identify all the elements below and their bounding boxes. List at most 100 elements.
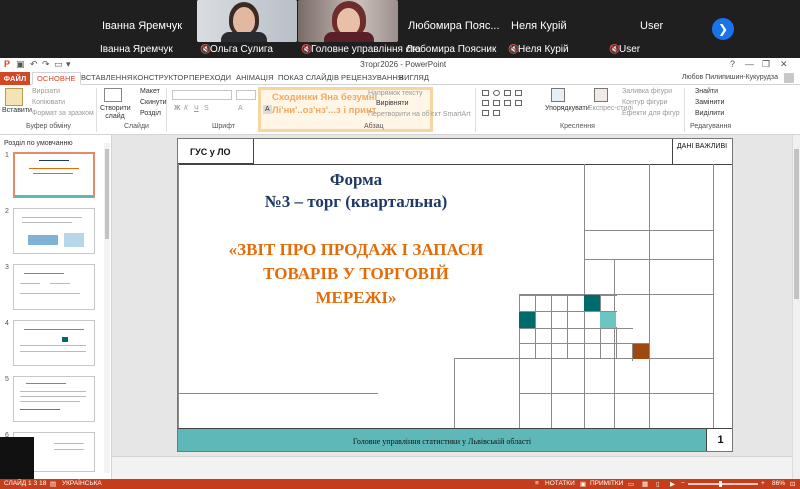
scrollbar-thumb[interactable] <box>105 149 109 239</box>
participant-tile-5[interactable]: Неля Курій Неля Курій <box>505 0 605 58</box>
slide-sorter-icon[interactable]: ▦ <box>642 480 648 488</box>
rectangle-shape-icon[interactable] <box>482 90 489 96</box>
font-size-combo[interactable] <box>236 90 256 100</box>
line-shape-icon[interactable] <box>515 90 522 96</box>
fit-slide-icon[interactable]: ⊡ <box>790 480 795 488</box>
section-label[interactable]: Розділ по умовчанню <box>4 140 73 147</box>
callout-shape-icon[interactable] <box>482 110 489 116</box>
shape-effects-button[interactable]: Ефекти для фігур <box>622 110 680 117</box>
tab-transitions[interactable]: ПЕРЕХОДИ <box>189 73 231 82</box>
participant-tile-3[interactable]: Головне управління ста <box>298 0 421 58</box>
tab-insert[interactable]: ВСТАВЛЕННЯ <box>81 73 132 82</box>
participant-tile-4[interactable]: Любомира Пояс... Любомира Поясник <box>402 0 502 58</box>
cut-button[interactable]: Вирізати <box>32 88 60 95</box>
minimize-button[interactable]: — <box>745 59 754 69</box>
tab-file[interactable]: ФАЙЛ <box>0 72 30 85</box>
participant-tile-6[interactable]: User User <box>606 0 706 58</box>
form-title[interactable]: Форма №3 – торг (квартальна) <box>206 169 506 213</box>
tab-review[interactable]: РЕЦЕНЗУВАННЯ <box>341 73 403 82</box>
strikethrough-icon[interactable]: S <box>204 105 209 112</box>
editor-scrollbar[interactable] <box>792 135 800 479</box>
undo-icon[interactable]: ↶ <box>30 59 38 70</box>
present-icon[interactable]: ▭ <box>54 59 63 70</box>
brace-shape-icon[interactable] <box>515 100 522 106</box>
avatar[interactable] <box>784 73 794 83</box>
report-title[interactable]: «ЗВІТ ПРО ПРОДАЖ І ЗАПАСИ ТОВАРІВ У ТОРГ… <box>178 238 534 310</box>
paste-icon[interactable] <box>5 88 23 106</box>
close-button[interactable]: ✕ <box>780 59 788 70</box>
oval-shape-icon[interactable] <box>493 90 500 96</box>
zoom-slider-handle[interactable] <box>719 481 722 487</box>
reset-button[interactable]: Скинути <box>140 99 167 106</box>
find-button[interactable]: Знайти <box>695 88 718 95</box>
zoom-slider[interactable] <box>688 483 758 485</box>
notes-pane[interactable] <box>112 456 792 479</box>
italic-icon[interactable]: К <box>184 105 188 112</box>
textbox-shape-icon[interactable] <box>504 90 511 96</box>
format-painter-button[interactable]: Формат за зразком <box>32 110 94 117</box>
comments-button[interactable]: ПРИМІТКИ <box>590 480 623 487</box>
shape-outline-button[interactable]: Контур фігури <box>622 99 667 106</box>
replace-button[interactable]: Замінити <box>695 99 724 106</box>
star-shape-icon[interactable] <box>504 100 511 106</box>
help-button[interactable]: ? <box>730 59 735 69</box>
next-participants-button[interactable]: ❯ <box>712 18 734 40</box>
restore-button[interactable]: ❐ <box>762 59 770 70</box>
section-button[interactable]: Розділ <box>140 110 161 117</box>
triangle-shape-icon[interactable] <box>493 100 500 106</box>
slide-thumbnail-4[interactable] <box>13 320 95 366</box>
new-slide-button[interactable]: Створити слайд <box>100 105 131 121</box>
tab-slideshow[interactable]: ПОКАЗ СЛАЙДІВ <box>278 73 339 82</box>
tab-home[interactable]: ОСНОВНЕ <box>32 72 81 85</box>
shape-fill-button[interactable]: Заливка фігури <box>622 88 672 95</box>
paste-button[interactable]: Вставити <box>2 107 32 114</box>
slide-footer-bar[interactable]: Головне управління статистики у Львівськ… <box>178 428 706 451</box>
self-view-video[interactable] <box>0 437 34 479</box>
slide-thumbnail-1[interactable] <box>13 152 95 198</box>
scrollbar-thumb[interactable] <box>794 149 799 299</box>
arrow-shape-icon[interactable] <box>482 100 489 106</box>
arrange-icon[interactable] <box>551 88 565 102</box>
zoom-out-icon[interactable]: − <box>681 480 685 487</box>
new-slide-icon[interactable] <box>104 88 122 102</box>
align-text-button[interactable]: Вирівняти <box>376 100 409 107</box>
smartart-button[interactable]: Перетворити на об'єкт SmartArt <box>368 111 471 118</box>
font-name-combo[interactable] <box>172 90 232 100</box>
slide-canvas[interactable]: ГУС у ЛО ДАНІ ВАЖЛИВІ Форма №3 – торг (к… <box>177 138 733 452</box>
reading-view-icon[interactable]: ▯ <box>656 480 660 488</box>
header-data-label[interactable]: ДАНІ ВАЖЛИВІ <box>676 143 728 151</box>
text-highlight-icon[interactable]: A <box>263 105 272 114</box>
header-org-label[interactable]: ГУС у ЛО <box>190 147 231 157</box>
save-icon[interactable]: ▣ <box>16 59 25 70</box>
slide-thumbnail-2[interactable] <box>13 208 95 254</box>
customize-qat-icon[interactable]: ▾ <box>66 59 71 70</box>
slide-thumbnail-5[interactable] <box>13 376 95 422</box>
arrange-button[interactable]: Упорядкувати <box>545 105 590 112</box>
font-color-icon[interactable]: A <box>238 105 243 112</box>
language-status[interactable]: УКРАЇНСЬКА <box>62 480 102 487</box>
account-name[interactable]: Любов Пилипишин-Кукурудза <box>682 74 778 81</box>
copy-button[interactable]: Копіювати <box>32 99 65 106</box>
participant-tile-1[interactable]: Іванна Яремчук Іванна Яремчук <box>96 0 196 58</box>
participant-tile-2[interactable]: Ольга Сулига <box>197 0 297 58</box>
layout-button[interactable]: Макет <box>140 88 160 95</box>
underline-icon[interactable]: Ч <box>194 105 199 112</box>
slideshow-icon[interactable]: ▶ <box>670 480 675 488</box>
tab-animations[interactable]: АНІМАЦІЯ <box>236 73 274 82</box>
slide-thumbnail-3[interactable] <box>13 264 95 310</box>
tab-design[interactable]: КОНСТРУКТОР <box>133 73 188 82</box>
notes-button[interactable]: НОТАТКИ <box>545 480 575 487</box>
zoom-in-icon[interactable]: + <box>761 480 765 487</box>
quick-styles-icon[interactable] <box>594 88 608 102</box>
redo-icon[interactable]: ↷ <box>42 59 50 70</box>
tab-view[interactable]: ВИГЛЯД <box>399 73 429 82</box>
spellcheck-icon[interactable]: ▤ <box>50 480 56 488</box>
bold-icon[interactable]: Ж <box>174 105 180 112</box>
zoom-level[interactable]: 86% <box>772 480 785 487</box>
normal-view-icon[interactable]: ▭ <box>628 480 634 488</box>
thumbnails-scrollbar[interactable] <box>104 143 110 473</box>
shapes-gallery[interactable] <box>480 88 540 118</box>
slide-page-box[interactable]: 1 <box>706 428 732 451</box>
select-button[interactable]: Виділити <box>695 110 724 117</box>
bracket-shape-icon[interactable] <box>493 110 500 116</box>
